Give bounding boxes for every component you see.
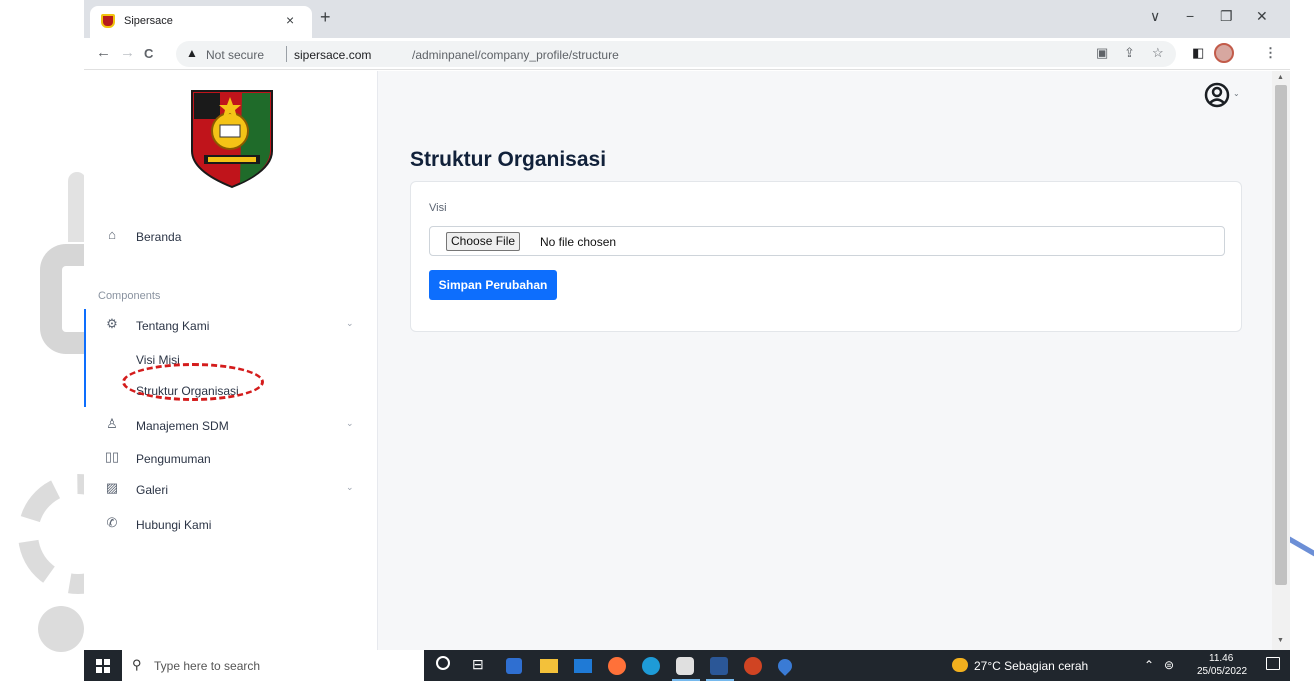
windows-taskbar: ⚲ Type here to search ⊟ 27°C Sebagian ce… xyxy=(84,650,1290,681)
screenshot-root: Sipersace × + ∨ − ❐ ✕ ← → C ▲ Not secure… xyxy=(0,0,1314,681)
section-label-components: Components xyxy=(98,290,161,302)
notification-icon[interactable] xyxy=(1266,657,1280,670)
star-icon[interactable]: ☆ xyxy=(1152,45,1164,61)
weather-icon[interactable] xyxy=(952,658,968,672)
main-content: ⌄ Struktur Organisasi Visi Choose File N… xyxy=(378,71,1272,650)
warning-icon[interactable]: ▲ xyxy=(186,46,198,60)
chevron-down-icon: ⌄ xyxy=(346,318,354,328)
scroll-thumb[interactable] xyxy=(1275,85,1287,585)
home-icon: ⌂ xyxy=(108,227,116,242)
sidebar-item-label: Beranda xyxy=(136,230,182,244)
sidebar: ⌂ Beranda Components ⚙ Tentang Kami ⌄ Vi… xyxy=(84,71,378,650)
favicon-icon xyxy=(101,14,115,28)
network-icon[interactable]: ⊜ xyxy=(1164,658,1174,672)
weather-text[interactable]: 27°C Sebagian cerah xyxy=(974,659,1088,673)
sidebar-item-label: Manajemen SDM xyxy=(136,419,229,433)
file-input[interactable]: Choose File No file chosen xyxy=(429,226,1225,256)
address-separator xyxy=(286,46,287,62)
sidebar-item-galeri[interactable]: ▨ Galeri ⌄ xyxy=(84,477,378,503)
field-label-visi: Visi xyxy=(429,202,447,214)
security-label: Not secure xyxy=(206,48,265,62)
page-scrollbar[interactable]: ▲ ▼ xyxy=(1272,71,1290,650)
scroll-down-icon[interactable]: ▼ xyxy=(1277,637,1284,644)
sidebar-item-label: Galeri xyxy=(136,483,169,497)
sidebar-item-hubungi-kami[interactable]: ✆ Hubungi Kami xyxy=(84,512,378,538)
restore-button[interactable]: ❐ xyxy=(1220,8,1233,25)
gear-icon: ⚙ xyxy=(106,316,118,331)
scroll-up-icon[interactable]: ▲ xyxy=(1277,74,1284,81)
forward-button[interactable]: → xyxy=(120,44,135,61)
close-window-button[interactable]: ✕ xyxy=(1256,8,1268,25)
choose-file-button[interactable]: Choose File xyxy=(446,232,521,251)
chevron-down-icon: ⌄ xyxy=(346,482,354,492)
sidebar-item-label: Pengumuman xyxy=(136,452,211,466)
sidebar-item-tentang-kami[interactable]: ⚙ Tentang Kami ⌄ xyxy=(84,313,378,339)
user-menu-chevron-icon[interactable]: ⌄ xyxy=(1233,89,1240,98)
tab-search-icon[interactable]: ∨ xyxy=(1150,8,1160,25)
store-icon[interactable] xyxy=(506,658,522,674)
file-status-text: No file chosen xyxy=(540,235,617,249)
browser-tab[interactable]: Sipersace × xyxy=(90,6,312,38)
form-card: Visi Choose File No file chosen Simpan P… xyxy=(410,181,1242,332)
search-placeholder: Type here to search xyxy=(154,659,261,673)
sidebar-item-beranda[interactable]: ⌂ Beranda xyxy=(84,224,378,250)
menu-icon[interactable]: ⋮ xyxy=(1264,45,1277,61)
url-path: /adminpanel/company_profile/structure xyxy=(412,48,619,62)
file-explorer-icon[interactable] xyxy=(540,659,558,673)
sidebar-item-label: Hubungi Kami xyxy=(136,518,212,532)
new-tab-button[interactable]: + xyxy=(320,7,331,28)
search-icon: ⚲ xyxy=(132,657,142,672)
app-droplet-icon[interactable] xyxy=(775,656,795,676)
site-logo xyxy=(191,90,273,189)
taskbar-search-box[interactable]: ⚲ Type here to search xyxy=(122,650,424,681)
web-page: ⌂ Beranda Components ⚙ Tentang Kami ⌄ Vi… xyxy=(84,71,1290,650)
clock-date[interactable]: 25/05/2022 xyxy=(1197,666,1247,677)
word-icon[interactable] xyxy=(706,657,734,681)
page-title: Struktur Organisasi xyxy=(410,148,607,171)
save-changes-button[interactable]: Simpan Perubahan xyxy=(429,270,557,300)
back-button[interactable]: ← xyxy=(96,44,111,61)
highlight-annotation xyxy=(122,363,264,401)
sidepanel-icon[interactable]: ◧ xyxy=(1192,45,1204,61)
tab-close-icon[interactable]: × xyxy=(286,12,294,28)
minimize-button[interactable]: − xyxy=(1186,8,1194,24)
url-host: sipersace.com xyxy=(294,48,372,62)
person-icon: ♙ xyxy=(106,416,118,431)
profile-avatar[interactable] xyxy=(1214,43,1234,63)
browser-toolbar: ← → C ▲ Not secure sipersace.com /adminp… xyxy=(84,38,1290,70)
task-view-icon[interactable]: ⊟ xyxy=(472,656,492,676)
tab-strip: Sipersace × + ∨ − ❐ ✕ xyxy=(84,0,1290,38)
mail-icon[interactable] xyxy=(574,659,592,673)
reload-button[interactable]: C xyxy=(144,46,153,61)
chevron-down-icon: ⌄ xyxy=(346,418,354,428)
address-bar[interactable]: ▲ Not secure sipersace.com /adminpanel/c… xyxy=(176,41,1176,67)
user-account-icon[interactable] xyxy=(1204,82,1230,108)
sidebar-item-pengumuman[interactable]: ▯▯ Pengumuman xyxy=(84,446,378,472)
phone-icon: ✆ xyxy=(106,515,118,530)
watermark-dot xyxy=(38,606,84,652)
clock-time[interactable]: 11.46 xyxy=(1209,653,1233,664)
image-icon: ▨ xyxy=(105,480,119,495)
tab-title: Sipersace xyxy=(124,15,173,27)
sidebar-item-manajemen-sdm[interactable]: ♙ Manajemen SDM ⌄ xyxy=(84,413,378,439)
powerpoint-icon[interactable] xyxy=(744,657,762,675)
book-icon: ▯▯ xyxy=(104,449,120,464)
share-icon[interactable]: ⇪ xyxy=(1124,45,1135,61)
windows-start-icon[interactable] xyxy=(96,659,110,673)
firefox-icon[interactable] xyxy=(608,657,626,675)
cortana-icon[interactable] xyxy=(436,656,450,670)
translate-icon[interactable]: ▣ xyxy=(1096,45,1108,61)
edge-icon[interactable] xyxy=(642,657,660,675)
sidebar-item-label: Tentang Kami xyxy=(136,319,210,333)
tray-overflow-icon[interactable]: ⌃ xyxy=(1144,658,1154,672)
chrome-icon[interactable] xyxy=(672,657,700,681)
browser-window: Sipersace × + ∨ − ❐ ✕ ← → C ▲ Not secure… xyxy=(84,0,1290,650)
